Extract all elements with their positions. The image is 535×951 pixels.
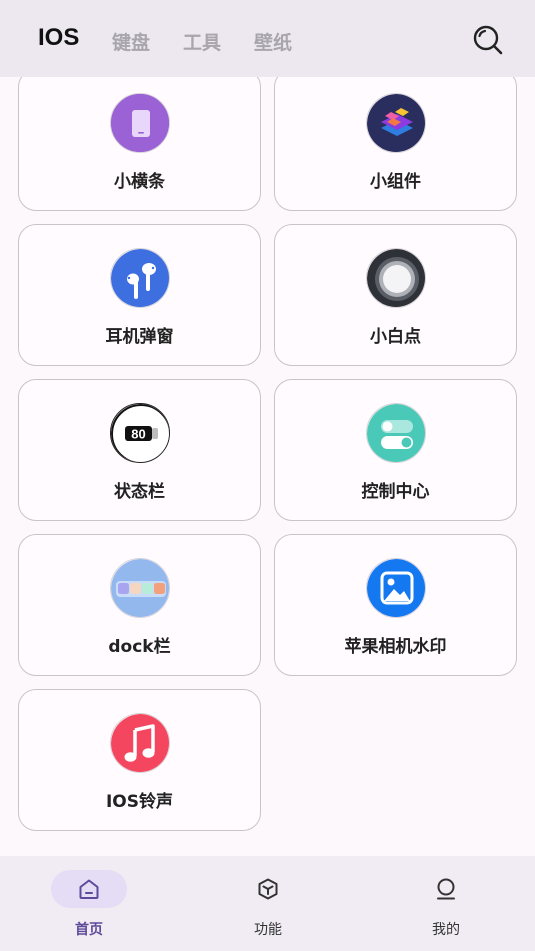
- tab-ios[interactable]: IOS: [38, 24, 79, 52]
- card-small-bar[interactable]: 小横条: [18, 69, 261, 211]
- card-label: 小白点: [370, 327, 421, 347]
- card-label: 耳机弹窗: [105, 327, 174, 347]
- tab-keyboard[interactable]: 键盘: [112, 28, 150, 55]
- top-header: IOS 键盘 工具 壁纸: [0, 0, 535, 77]
- nav-label: 首页: [75, 922, 103, 938]
- card-ringtone[interactable]: IOS铃声: [18, 689, 261, 831]
- tab-wallpaper[interactable]: 壁纸: [254, 28, 292, 55]
- nav-features[interactable]: 功能: [208, 870, 328, 940]
- card-label: 状态栏: [114, 482, 165, 502]
- bottom-nav: 首页 功能 我的: [0, 856, 535, 951]
- card-label: dock栏: [108, 637, 171, 657]
- tab-tools[interactable]: 工具: [183, 28, 221, 55]
- card-status-bar[interactable]: 80 状态栏: [18, 379, 261, 521]
- person-icon: [437, 878, 455, 900]
- dock-icon: [110, 558, 170, 618]
- cube-icon: [258, 878, 278, 900]
- toggle-icon: [366, 403, 426, 463]
- nav-home[interactable]: 首页: [29, 870, 149, 940]
- music-note-icon: [110, 713, 170, 773]
- photo-icon: [366, 558, 426, 618]
- card-earphone-popup[interactable]: 耳机弹窗: [18, 224, 261, 366]
- card-label: 控制中心: [361, 482, 430, 502]
- nav-label: 功能: [254, 922, 282, 938]
- card-widgets[interactable]: 小组件: [274, 69, 517, 211]
- search-icon[interactable]: [470, 22, 506, 58]
- battery-value: 80: [131, 427, 145, 442]
- nav-label: 我的: [432, 922, 460, 938]
- card-label: IOS铃声: [105, 792, 174, 812]
- card-white-dot[interactable]: 小白点: [274, 224, 517, 366]
- phone-icon: [110, 93, 170, 153]
- assistive-touch-icon: [366, 248, 426, 308]
- airpods-icon: [110, 248, 170, 308]
- card-label: 小组件: [370, 172, 421, 192]
- feature-grid: 小横条 小组件 耳机弹窗 小白点 80 状态栏 控制中心 dock栏 苹果相机水…: [0, 0, 535, 856]
- card-label: 苹果相机水印: [344, 637, 447, 657]
- battery-icon: 80: [110, 403, 170, 463]
- home-icon: [79, 879, 99, 899]
- card-control-center[interactable]: 控制中心: [274, 379, 517, 521]
- widgets-icon: [366, 93, 426, 153]
- card-dock[interactable]: dock栏: [18, 534, 261, 676]
- card-camera-watermark[interactable]: 苹果相机水印: [274, 534, 517, 676]
- card-label: 小横条: [114, 172, 165, 192]
- nav-mine[interactable]: 我的: [386, 870, 506, 940]
